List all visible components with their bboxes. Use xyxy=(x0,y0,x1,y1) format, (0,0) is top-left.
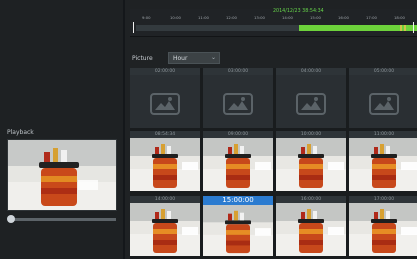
thumbnail-cell[interactable]: 08:54:34 xyxy=(130,131,200,191)
timeline-tick-label: 13:00 xyxy=(254,15,265,20)
thumbnail-image xyxy=(130,138,200,191)
playback-slider-track[interactable] xyxy=(10,218,116,221)
image-placeholder-icon xyxy=(296,92,326,115)
thumbnail-time-label: 10:00:00 xyxy=(276,131,346,138)
picture-filter-label: Picture xyxy=(132,55,153,62)
timeline-ticks: 9:00 10:00 11:00 12:00 13:00 14:00 15:00 16:00 1… xyxy=(130,15,417,23)
timeline-tick-label: 14:00 xyxy=(282,15,293,20)
timeline-tick-label: 16:00 xyxy=(338,15,349,20)
timeline-date: 2014/12/23 38:54:34 xyxy=(273,9,324,14)
timeline-event-marker xyxy=(400,25,402,31)
thumbnail-image xyxy=(349,138,417,191)
thumbnail-time-label: 02:00:00 xyxy=(130,68,200,75)
thumbnail-cell[interactable]: 05:00:00 xyxy=(349,68,417,128)
panel-divider xyxy=(123,0,125,259)
preview-image xyxy=(8,140,116,210)
thumbnail-time-label: 04:00:00 xyxy=(276,68,346,75)
timeline-tick-label: 11:00 xyxy=(198,15,209,20)
thumbnail-time-label: 14:00:00 xyxy=(130,196,200,203)
timeline-marker[interactable] xyxy=(133,22,134,33)
thumbnail-time-label: 15:00:00 xyxy=(203,196,273,205)
thumbnail-image xyxy=(276,203,346,256)
timeline-tick-label: 12:00 xyxy=(226,15,237,20)
interval-select-value: Hour xyxy=(173,55,188,62)
playback-title: Playback xyxy=(7,129,34,136)
timeline-event-marker xyxy=(404,25,406,31)
thumbnail-cell[interactable]: 15:00:00 xyxy=(203,196,273,256)
image-placeholder-icon xyxy=(369,92,399,115)
thumbnail-grid: 02:00:00 03:00:00 04:00:00 05:00:00 08:5… xyxy=(130,68,417,259)
thumbnail-cell[interactable]: 10:00:00 xyxy=(276,131,346,191)
thumbnail-cell[interactable]: 03:00:00 xyxy=(203,68,273,128)
playback-slider-thumb[interactable] xyxy=(7,215,15,223)
timeline-marker[interactable] xyxy=(413,22,414,33)
timeline-tick-label: 17:00 xyxy=(366,15,377,20)
thumbnail-cell[interactable]: 02:00:00 xyxy=(130,68,200,128)
thumbnail-cell[interactable]: 09:00:00 xyxy=(203,131,273,191)
thumbnail-time-label: 03:00:00 xyxy=(203,68,273,75)
chevron-down-icon: ⌄ xyxy=(210,54,216,61)
thumbnail-cell[interactable]: 14:00:00 xyxy=(130,196,200,256)
timeline[interactable]: 2014/12/23 38:54:34 9:00 10:00 11:00 12:00 1… xyxy=(130,9,417,37)
timeline-tick-label: 15:00 xyxy=(310,15,321,20)
thumbnail-time-label: 08:54:34 xyxy=(130,131,200,138)
thumbnail-image xyxy=(203,205,273,256)
image-placeholder-icon xyxy=(150,92,180,115)
thumbnail-image xyxy=(276,138,346,191)
interval-select[interactable]: Hour ⌄ xyxy=(168,52,220,64)
thumbnail-image xyxy=(349,203,417,256)
timeline-tick-label: 18:00 xyxy=(394,15,405,20)
thumbnail-cell[interactable]: 16:00:00 xyxy=(276,196,346,256)
thumbnail-image xyxy=(130,203,200,256)
thumbnail-cell[interactable]: 11:00:00 xyxy=(349,131,417,191)
image-placeholder-icon xyxy=(223,92,253,115)
thumbnail-cell[interactable]: 17:00:00 xyxy=(349,196,417,256)
thumbnail-time-label: 09:00:00 xyxy=(203,131,273,138)
thumbnail-time-label: 17:00:00 xyxy=(349,196,417,203)
playback-preview[interactable] xyxy=(7,139,117,211)
timeline-tick-label: 10:00 xyxy=(170,15,181,20)
thumbnail-time-label: 05:00:00 xyxy=(349,68,417,75)
thumbnail-cell[interactable]: 04:00:00 xyxy=(276,68,346,128)
thumbnail-time-label: 16:00:00 xyxy=(276,196,346,203)
thumbnail-time-label: 11:00:00 xyxy=(349,131,417,138)
timeline-tick-label: 9:00 xyxy=(142,15,151,20)
thumbnail-image xyxy=(203,138,273,191)
